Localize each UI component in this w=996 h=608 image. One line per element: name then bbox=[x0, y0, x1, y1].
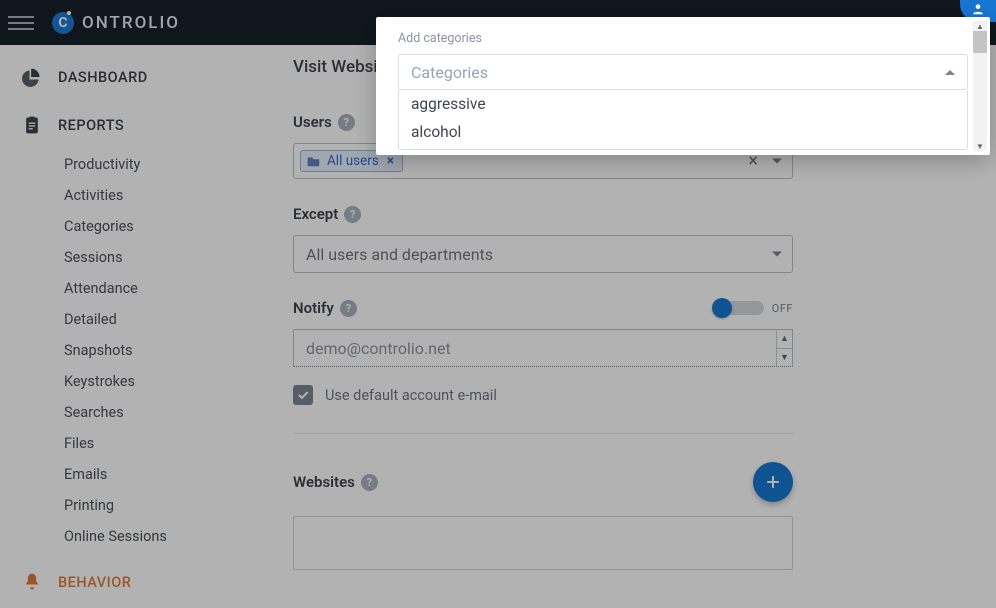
except-placeholder: All users and departments bbox=[306, 245, 493, 264]
sidebar-items-reports: Productivity Activities Categories Sessi… bbox=[0, 149, 249, 552]
chip-remove-icon[interactable]: × bbox=[385, 153, 396, 169]
categories-options-list[interactable]: aggressive alcohol bbox=[398, 90, 968, 150]
default-email-label: Use default account e-mail bbox=[325, 387, 497, 404]
sidebar: DASHBOARD REPORTS Productivity Activitie… bbox=[0, 45, 249, 608]
chevron-down-icon[interactable] bbox=[772, 159, 782, 164]
categories-select-placeholder: Categories bbox=[411, 63, 488, 82]
websites-label: Websites bbox=[293, 473, 355, 491]
default-email-checkbox[interactable] bbox=[293, 385, 313, 405]
sidebar-section-behavior[interactable]: BEHAVIOR bbox=[0, 568, 249, 606]
sidebar-item-printing[interactable]: Printing bbox=[0, 490, 249, 521]
chevron-down-icon bbox=[772, 252, 782, 257]
sidebar-item-detailed[interactable]: Detailed bbox=[0, 304, 249, 335]
clipboard-icon bbox=[22, 115, 42, 135]
except-label: Except bbox=[293, 205, 338, 223]
add-categories-popup: Add categories Categories aggressive alc… bbox=[376, 17, 990, 155]
sidebar-item-attendance[interactable]: Attendance bbox=[0, 273, 249, 304]
notify-email-input[interactable]: demo@controlio.net ▲▼ bbox=[293, 329, 793, 367]
spinner-buttons[interactable]: ▲▼ bbox=[776, 330, 792, 366]
sidebar-item-online-sessions[interactable]: Online Sessions bbox=[0, 521, 249, 552]
brand-name: ONTROLIO bbox=[82, 13, 180, 33]
popup-title: Add categories bbox=[398, 31, 968, 46]
sidebar-item-files[interactable]: Files bbox=[0, 428, 249, 459]
users-label: Users bbox=[293, 113, 332, 131]
divider bbox=[293, 433, 793, 434]
scroll-up-icon[interactable]: ▲ bbox=[973, 21, 987, 31]
categories-option[interactable]: alcohol bbox=[399, 118, 967, 146]
help-icon[interactable]: ? bbox=[338, 114, 355, 131]
spinner-down-icon[interactable]: ▼ bbox=[777, 349, 792, 367]
add-website-button[interactable] bbox=[753, 462, 793, 502]
sidebar-item-activities[interactable]: Activities bbox=[0, 180, 249, 211]
menu-icon[interactable] bbox=[8, 16, 34, 30]
chevron-up-icon bbox=[945, 70, 955, 75]
spinner-up-icon[interactable]: ▲ bbox=[777, 330, 792, 349]
sidebar-item-sessions[interactable]: Sessions bbox=[0, 242, 249, 273]
websites-box[interactable] bbox=[293, 516, 793, 570]
sidebar-section-dashboard[interactable]: DASHBOARD bbox=[0, 63, 249, 101]
brand-badge-icon: C bbox=[52, 12, 74, 34]
notify-label: Notify bbox=[293, 299, 334, 317]
categories-option[interactable]: aggressive bbox=[399, 90, 967, 118]
brand-logo[interactable]: C ONTROLIO bbox=[52, 12, 180, 34]
popup-scrollbar[interactable]: ▲ ▼ bbox=[973, 21, 987, 151]
sidebar-item-snapshots[interactable]: Snapshots bbox=[0, 335, 249, 366]
scroll-thumb[interactable] bbox=[973, 31, 987, 53]
help-icon[interactable]: ? bbox=[344, 206, 361, 223]
pie-chart-icon bbox=[22, 67, 42, 87]
sidebar-section-label: DASHBOARD bbox=[58, 69, 148, 86]
notify-toggle[interactable]: OFF bbox=[714, 301, 793, 315]
sidebar-item-categories[interactable]: Categories bbox=[0, 211, 249, 242]
except-select[interactable]: All users and departments bbox=[293, 235, 793, 273]
scroll-down-icon[interactable]: ▼ bbox=[973, 141, 987, 151]
sidebar-section-label: BEHAVIOR bbox=[58, 574, 131, 591]
notify-toggle-label: OFF bbox=[772, 302, 793, 315]
sidebar-item-productivity[interactable]: Productivity bbox=[0, 149, 249, 180]
bell-icon bbox=[22, 572, 42, 592]
help-icon[interactable]: ? bbox=[340, 300, 357, 317]
sidebar-item-searches[interactable]: Searches bbox=[0, 397, 249, 428]
sidebar-item-keystrokes[interactable]: Keystrokes bbox=[0, 366, 249, 397]
categories-select[interactable]: Categories bbox=[398, 54, 968, 90]
folder-icon bbox=[307, 155, 321, 167]
sidebar-section-label: REPORTS bbox=[58, 117, 124, 134]
notify-email-value: demo@controlio.net bbox=[306, 339, 451, 358]
users-chip-label: All users bbox=[327, 153, 379, 169]
sidebar-item-emails[interactable]: Emails bbox=[0, 459, 249, 490]
sidebar-section-reports[interactable]: REPORTS bbox=[0, 111, 249, 149]
help-icon[interactable]: ? bbox=[361, 474, 378, 491]
